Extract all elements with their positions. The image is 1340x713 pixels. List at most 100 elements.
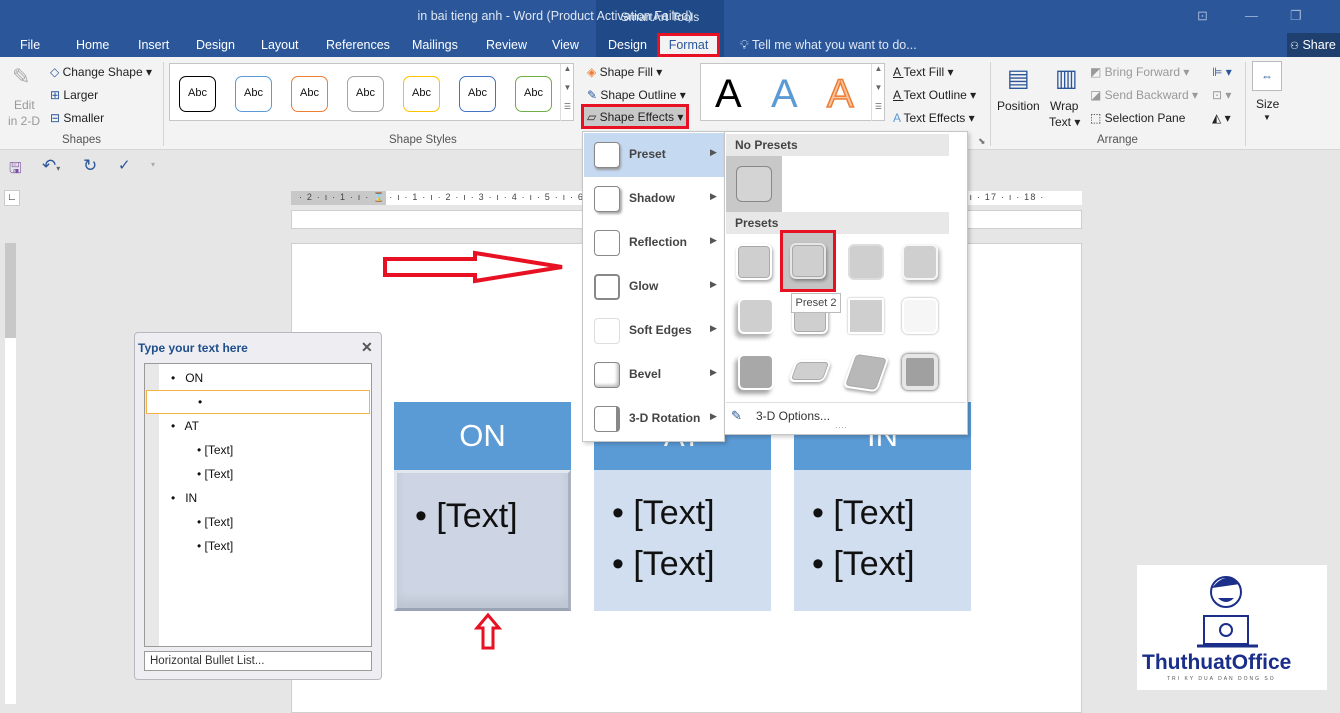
- list-item[interactable]: • [Text]: [197, 467, 233, 481]
- wordart-style-1[interactable]: A: [715, 72, 742, 117]
- shape-effects-button[interactable]: ▱ Shape Effects ▾: [581, 104, 689, 129]
- tab-design[interactable]: Design: [196, 38, 235, 52]
- preset-4[interactable]: [902, 244, 938, 280]
- gallery-scroll-down[interactable]: ▼: [560, 83, 574, 102]
- shape-style-7[interactable]: Abc: [515, 76, 552, 112]
- list-item[interactable]: • ON: [171, 371, 203, 385]
- rotate-button[interactable]: ◭ ▾: [1212, 111, 1231, 125]
- group-button[interactable]: ⊡ ▾: [1212, 88, 1231, 102]
- tab-selector[interactable]: ∟: [4, 190, 20, 206]
- list-item[interactable]: • [Text]: [197, 539, 233, 553]
- tab-format[interactable]: Format: [657, 33, 720, 57]
- undo-icon[interactable]: ↶▾: [42, 156, 60, 176]
- tab-view[interactable]: View: [552, 38, 579, 52]
- 3d-options-link[interactable]: 3-D Options...: [756, 409, 830, 423]
- tab-insert[interactable]: Insert: [138, 38, 169, 52]
- menu-item-soft-edges[interactable]: Soft Edges ▶: [584, 309, 724, 353]
- redo-icon[interactable]: ↻: [83, 156, 97, 176]
- wordart-scroll-down[interactable]: ▼: [871, 83, 885, 102]
- list-item[interactable]: • AT: [171, 419, 199, 433]
- layout-name-link[interactable]: Horizontal Bullet List...: [144, 651, 372, 671]
- send-backward-button[interactable]: ◪ Send Backward ▾: [1090, 88, 1198, 102]
- size-button[interactable]: Size: [1256, 97, 1279, 111]
- edit-2d-label-2[interactable]: in 2-D: [8, 114, 40, 128]
- preset-11[interactable]: [842, 351, 890, 393]
- preset-none[interactable]: [726, 156, 782, 212]
- wrap-text-label-2[interactable]: Text ▾: [1049, 115, 1080, 129]
- tab-references[interactable]: References: [326, 38, 390, 52]
- tab-mailings[interactable]: Mailings: [412, 38, 458, 52]
- section-header-presets: Presets: [726, 212, 949, 234]
- dialog-launcher-icon[interactable]: ⬊: [978, 136, 986, 147]
- shape-style-3[interactable]: Abc: [291, 76, 328, 112]
- restore-button[interactable]: ❐: [1290, 8, 1302, 24]
- wrap-text-button[interactable]: Wrap: [1050, 99, 1078, 113]
- text-pane-list[interactable]: • ON • • AT • [Text] • [Text] • IN • [Te…: [144, 363, 372, 647]
- wordart-style-3[interactable]: A: [826, 71, 854, 117]
- menu-item-glow[interactable]: Glow ▶: [584, 265, 724, 309]
- change-shape-button[interactable]: ◇ Change Shape ▾: [50, 65, 152, 79]
- menu-item-preset[interactable]: Preset ▶: [584, 133, 724, 177]
- text-outline-button[interactable]: A Text Outline ▾: [893, 88, 976, 102]
- smartart-body[interactable]: • [Text] • [Text]: [594, 470, 771, 611]
- wordart-scroll-up[interactable]: ▲: [871, 64, 885, 83]
- menu-item-shadow[interactable]: Shadow ▶: [584, 177, 724, 221]
- preset-3[interactable]: [848, 244, 884, 280]
- list-item[interactable]: • [Text]: [197, 515, 233, 529]
- menu-item-bevel[interactable]: Bevel ▶: [584, 353, 724, 397]
- save-icon[interactable]: 🖫︎: [9, 158, 22, 183]
- list-item-active[interactable]: •: [146, 390, 370, 414]
- shape-outline-button[interactable]: ✎ Shape Outline ▾: [587, 88, 686, 102]
- resize-grip[interactable]: ····: [835, 422, 847, 432]
- preset-2-selected[interactable]: [780, 230, 836, 292]
- smaller-button[interactable]: ⊟ Smaller: [50, 111, 104, 125]
- shape-style-4[interactable]: Abc: [347, 76, 384, 112]
- wordart-more[interactable]: ☰: [871, 102, 885, 121]
- tab-file[interactable]: File: [20, 38, 40, 52]
- shape-style-5[interactable]: Abc: [403, 76, 440, 112]
- larger-button[interactable]: ⊞ Larger: [50, 88, 98, 102]
- menu-item-reflection[interactable]: Reflection ▶: [584, 221, 724, 265]
- preset-1[interactable]: [736, 244, 772, 280]
- tell-me-search[interactable]: 💡︎ Tell me what you want to do...: [740, 38, 917, 53]
- gallery-scroll-up[interactable]: ▲: [560, 64, 574, 83]
- text-effects-button[interactable]: A Text Effects ▾: [893, 111, 975, 125]
- size-dropdown-icon[interactable]: ▼: [1263, 113, 1271, 122]
- shape-style-1[interactable]: Abc: [179, 76, 216, 112]
- share-button[interactable]: ⚇ Share: [1287, 33, 1340, 57]
- edit-2d-label[interactable]: Edit: [14, 98, 35, 112]
- smartart-body[interactable]: • [Text]: [394, 470, 571, 611]
- position-button[interactable]: Position: [997, 99, 1040, 113]
- smartart-column-on[interactable]: ON • [Text]: [394, 402, 571, 611]
- shape-fill-button[interactable]: ◈ Shape Fill ▾: [587, 65, 662, 79]
- close-icon[interactable]: ✕: [361, 339, 373, 356]
- tab-home[interactable]: Home: [76, 38, 109, 52]
- preset-10[interactable]: [787, 360, 833, 382]
- tab-layout[interactable]: Layout: [261, 38, 299, 52]
- list-item[interactable]: • [Text]: [197, 443, 233, 457]
- tab-smartart-design[interactable]: Design: [608, 38, 647, 52]
- list-item[interactable]: • IN: [171, 491, 197, 505]
- align-button[interactable]: ⊫ ▾: [1212, 65, 1232, 79]
- selection-pane-button[interactable]: ⬚ Selection Pane: [1090, 111, 1185, 125]
- preset-12[interactable]: [902, 354, 938, 390]
- preset-5[interactable]: [738, 298, 774, 334]
- smartart-header[interactable]: ON: [394, 402, 571, 470]
- bring-forward-button[interactable]: ◩ Bring Forward ▾: [1090, 65, 1189, 79]
- shape-style-2[interactable]: Abc: [235, 76, 272, 112]
- spelling-check-icon[interactable]: ✓: [118, 156, 131, 174]
- ribbon-display-icon[interactable]: ⊡: [1197, 8, 1208, 24]
- gallery-more[interactable]: ☰: [560, 102, 574, 121]
- smartart-body[interactable]: • [Text] • [Text]: [794, 470, 971, 611]
- minimize-button[interactable]: —: [1245, 8, 1258, 23]
- wordart-style-2[interactable]: A: [771, 72, 798, 117]
- preset-7[interactable]: [848, 298, 884, 334]
- preset-9[interactable]: [738, 354, 774, 390]
- preset-8[interactable]: [902, 298, 938, 334]
- text-fill-button[interactable]: A Text Fill ▾: [893, 65, 954, 79]
- menu-item-3d-rotation[interactable]: 3-D Rotation ▶: [584, 397, 724, 441]
- text-effects-icon: A: [893, 111, 904, 125]
- shape-style-6[interactable]: Abc: [459, 76, 496, 112]
- customize-qat-icon[interactable]: ▾: [151, 160, 155, 169]
- tab-review[interactable]: Review: [486, 38, 527, 52]
